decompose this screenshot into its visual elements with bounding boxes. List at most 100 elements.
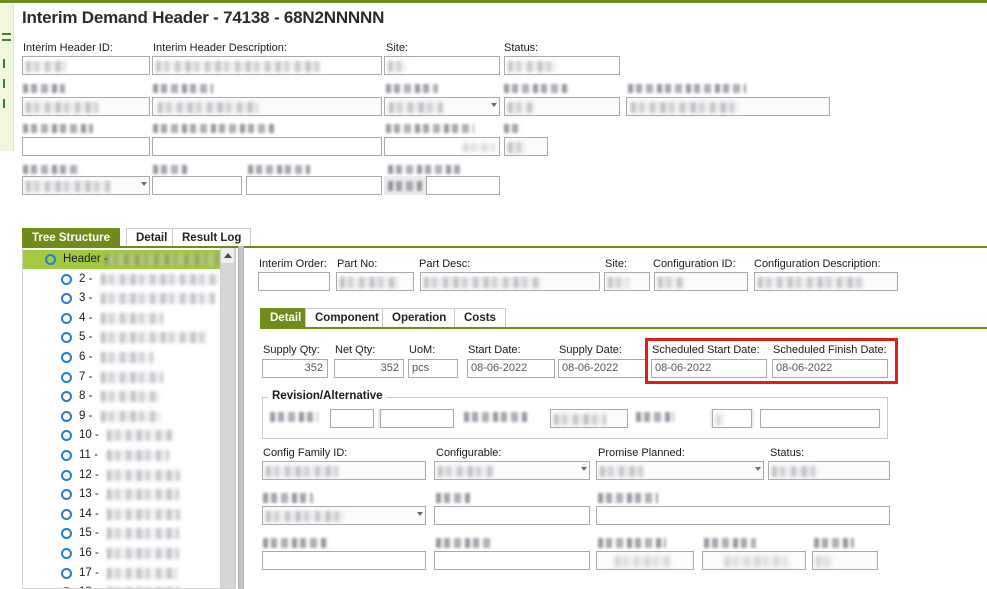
interim-header-description-input[interactable]	[152, 56, 382, 75]
supply-date-input[interactable]: 08-06-2022	[558, 359, 646, 378]
redacted-value	[658, 277, 684, 288]
tree-row[interactable]: 15 -	[23, 524, 221, 543]
tree-row[interactable]: 12 -	[23, 466, 221, 485]
tree-row[interactable]: 10 -	[23, 426, 221, 445]
redacted-input[interactable]	[262, 551, 426, 570]
redacted-input[interactable]	[596, 506, 890, 525]
chevron-down-icon[interactable]	[755, 467, 761, 471]
redacted-input[interactable]	[760, 409, 880, 428]
redacted-value	[438, 466, 494, 477]
detail-site-input[interactable]	[604, 272, 650, 291]
redacted-value	[101, 293, 215, 305]
part-desc-input[interactable]	[420, 272, 600, 291]
strip-tick-1	[3, 59, 10, 68]
scroll-up-button[interactable]	[221, 248, 234, 263]
redacted-input[interactable]	[152, 137, 382, 156]
chevron-down-icon[interactable]	[141, 182, 147, 186]
promise-planned-dropdown[interactable]	[596, 461, 764, 480]
configurable-dropdown[interactable]	[434, 461, 590, 480]
node-circle-icon	[61, 273, 72, 285]
tree-row[interactable]: 18 -	[23, 583, 221, 588]
redacted-label	[704, 538, 756, 548]
status-input[interactable]	[504, 56, 620, 75]
configuration-id-input[interactable]	[654, 272, 748, 291]
tree-row[interactable]: 8 -	[23, 387, 221, 406]
redacted-value	[107, 528, 179, 540]
part-no-input[interactable]	[336, 272, 414, 291]
chevron-down-icon[interactable]	[491, 103, 497, 107]
net-qty-input[interactable]: 352	[334, 359, 404, 378]
tree-row[interactable]: 13 -	[23, 485, 221, 504]
page-title: Interim Demand Header - 74138 - 68N2NNNN…	[22, 8, 385, 27]
tab-result-log[interactable]: Result Log	[172, 228, 252, 247]
tree-row[interactable]: 4 -	[23, 309, 221, 328]
label-status: Status:	[504, 42, 539, 54]
tree-row[interactable]: 9 -	[23, 407, 221, 426]
config-family-id-input[interactable]	[262, 461, 426, 480]
redacted-input[interactable]	[22, 97, 150, 116]
tree-row[interactable]: 6 -	[23, 348, 221, 367]
redacted-input[interactable]	[380, 409, 454, 428]
redacted-input[interactable]	[812, 551, 878, 570]
redacted-input[interactable]	[330, 409, 374, 428]
redacted-input[interactable]	[504, 137, 548, 156]
redacted-input[interactable]	[426, 176, 500, 195]
tree-item-label: 17 -	[79, 566, 99, 579]
redacted-value	[107, 449, 169, 461]
tree-row[interactable]: 7 -	[23, 368, 221, 387]
redacted-input[interactable]	[702, 551, 806, 570]
tree-row[interactable]: 5 -	[23, 328, 221, 347]
redacted-input[interactable]	[434, 506, 590, 525]
inner-tab-underline	[260, 327, 987, 329]
tree-row[interactable]: 11 -	[23, 446, 221, 465]
inner-tab-costs[interactable]: Costs	[454, 308, 506, 327]
redacted-dropdown[interactable]	[262, 506, 426, 525]
inner-tab-component[interactable]: Component	[305, 308, 389, 327]
redacted-label	[436, 538, 492, 548]
redacted-input[interactable]	[434, 551, 590, 570]
left-navigation-strip[interactable]	[0, 3, 14, 151]
redacted-input[interactable]	[384, 137, 500, 156]
tree-item-label: 18 -	[79, 583, 99, 588]
tree-row[interactable]: 14 -	[23, 505, 221, 524]
interim-order-input[interactable]	[258, 272, 330, 291]
chevron-down-icon[interactable]	[581, 467, 587, 471]
redacted-input[interactable]	[504, 97, 620, 116]
tree-item-label: 3 -	[79, 292, 93, 305]
configuration-description-input[interactable]	[754, 272, 898, 291]
tree-row[interactable]: 3 -	[23, 289, 221, 308]
redacted-input[interactable]	[22, 137, 150, 156]
detail-status-input[interactable]	[768, 461, 890, 480]
tree-structure-panel[interactable]: Header - 2 - 3 - 4 - 5 - 6 - 7 - 8 - 9 -…	[22, 248, 236, 589]
redacted-input[interactable]	[712, 409, 752, 428]
tree-row[interactable]: 16 -	[23, 544, 221, 563]
tree-scrollbar[interactable]	[220, 248, 235, 589]
redacted-input[interactable]	[246, 176, 382, 195]
interim-header-id-input[interactable]	[22, 56, 150, 75]
tree-row[interactable]: 17 -	[23, 564, 221, 583]
supply-qty-input[interactable]: 352	[262, 359, 328, 378]
redacted-input[interactable]	[152, 176, 242, 195]
redacted-input[interactable]	[596, 551, 694, 570]
uom-input[interactable]: pcs	[408, 359, 458, 378]
tab-tree-structure[interactable]: Tree Structure	[22, 228, 120, 247]
inner-tab-detail[interactable]: Detail	[260, 308, 312, 327]
redacted-dropdown[interactable]	[22, 176, 150, 195]
tree-item-label: 16 -	[79, 546, 99, 559]
label-part-desc: Part Desc:	[419, 258, 471, 270]
label-configurable: Configurable:	[436, 447, 502, 459]
tab-detail[interactable]: Detail	[126, 228, 178, 247]
redacted-dropdown[interactable]	[550, 409, 628, 428]
redacted-value	[107, 489, 179, 501]
site-input[interactable]	[384, 56, 500, 75]
start-date-input[interactable]: 08-06-2022	[467, 359, 555, 378]
inner-tab-operation[interactable]: Operation	[382, 308, 457, 327]
tree-row[interactable]: 2 -	[23, 270, 221, 289]
tree-row-header[interactable]: Header -	[23, 250, 221, 269]
panel-splitter[interactable]	[238, 246, 244, 589]
redacted-input[interactable]	[152, 97, 382, 116]
redacted-value	[388, 61, 406, 72]
redacted-dropdown[interactable]	[384, 97, 500, 116]
redacted-input[interactable]	[626, 97, 830, 116]
chevron-down-icon[interactable]	[417, 512, 423, 516]
